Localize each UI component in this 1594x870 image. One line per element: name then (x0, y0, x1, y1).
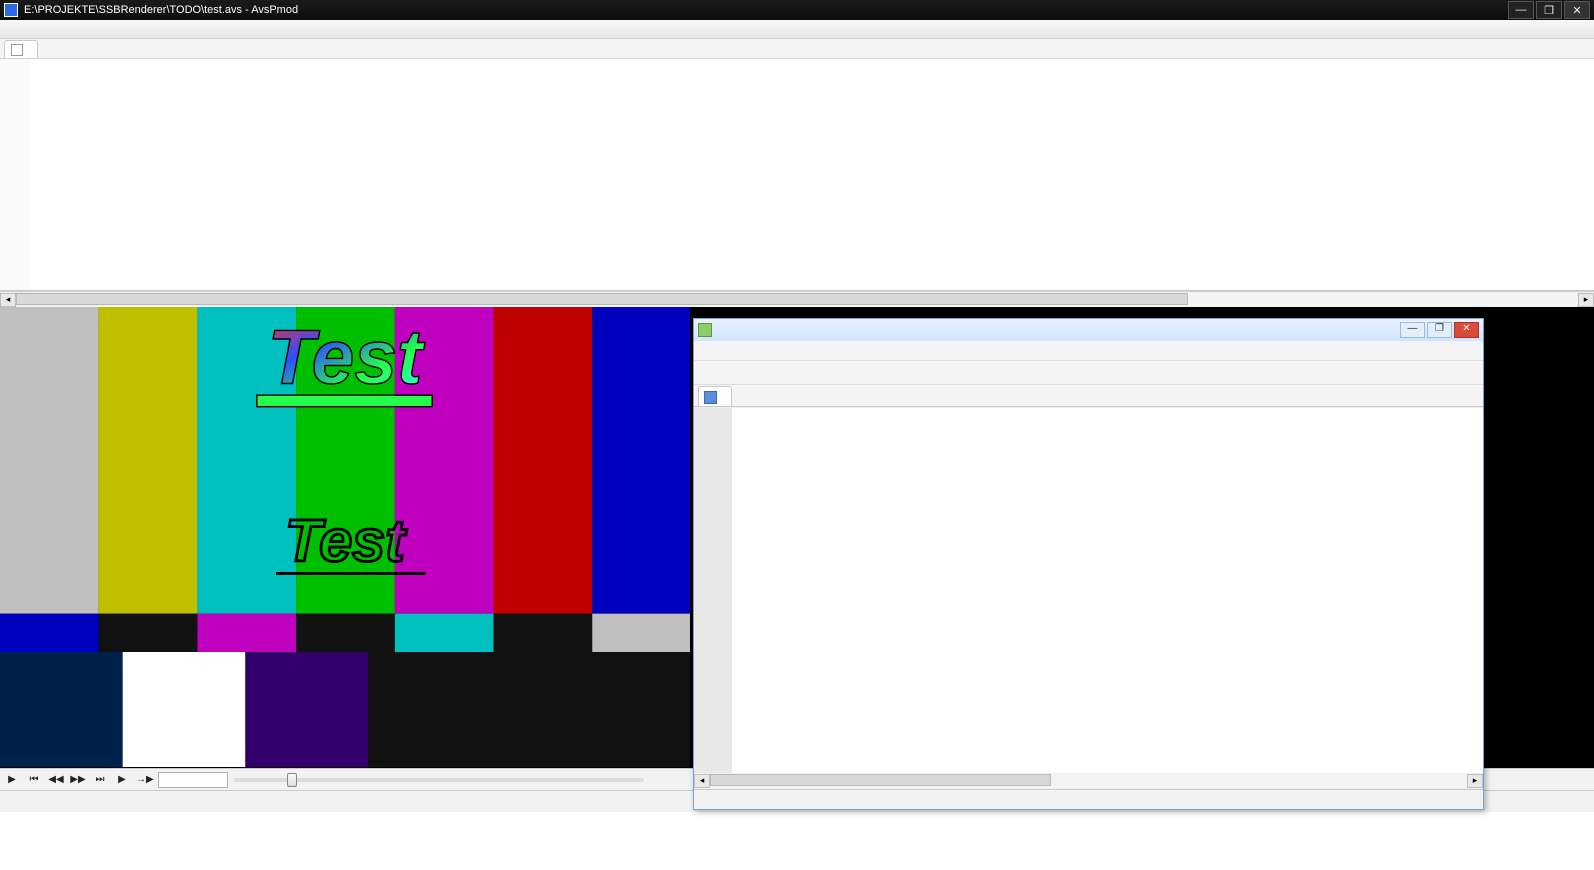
npp-close-button[interactable]: ✕ (1454, 322, 1479, 338)
avsp-line-gutter (0, 59, 30, 290)
avsp-tabbar (0, 39, 1594, 59)
minimize-button[interactable]: — (1508, 1, 1534, 19)
npp-line-gutter (694, 408, 732, 773)
scroll-track[interactable] (16, 293, 1578, 307)
avsp-hscroll[interactable]: ◂ ▸ (0, 291, 1594, 307)
next-frame-button[interactable]: ▶▶ (70, 772, 86, 788)
play-button[interactable]: ▶ (4, 772, 20, 788)
avsp-title: E:\PROJEKTE\SSBRenderer\TODO\test.avs - … (24, 4, 298, 16)
video-preview: Test Test (0, 307, 690, 767)
scroll-thumb[interactable] (16, 293, 1188, 305)
npp-tabbar (694, 385, 1483, 407)
npp-tab[interactable] (698, 386, 732, 406)
scroll-left-icon[interactable]: ◂ (694, 774, 710, 788)
avsp-code-area[interactable] (30, 59, 1594, 290)
npp-editor[interactable] (694, 407, 1483, 773)
first-frame-button[interactable]: ⏮ (26, 772, 42, 788)
avsp-menubar (0, 20, 1594, 39)
last-frame-button[interactable]: ⏭ (92, 772, 108, 788)
scroll-left-icon[interactable]: ◂ (0, 293, 16, 307)
npp-app-icon (698, 323, 712, 337)
prev-frame-button[interactable]: ◀◀ (48, 772, 64, 788)
scroll-right-icon[interactable]: ▸ (1578, 293, 1594, 307)
close-button[interactable]: ✕ (1564, 1, 1590, 19)
npp-hscroll[interactable]: ◂ ▸ (694, 773, 1483, 789)
npp-minimize-button[interactable]: — (1400, 322, 1425, 338)
preview-text-bottom: Test (285, 507, 407, 574)
avsp-titlebar: E:\PROJEKTE\SSBRenderer\TODO\test.avs - … (0, 0, 1594, 20)
play2-button[interactable]: ▶ (114, 772, 130, 788)
avsp-script-editor[interactable] (0, 59, 1594, 291)
slider-knob[interactable] (287, 773, 297, 787)
preview-text-top: Test (268, 316, 426, 401)
npp-menubar (694, 341, 1483, 361)
notepadpp-window: — ❐ ✕ ◂ ▸ (693, 318, 1484, 810)
npp-maximize-button[interactable]: ❐ (1427, 322, 1452, 338)
scroll-thumb[interactable] (710, 774, 1051, 786)
maximize-button[interactable]: ❐ (1536, 1, 1562, 19)
npp-statusbar (694, 789, 1483, 809)
avsp-app-icon (4, 3, 18, 17)
scroll-track[interactable] (710, 774, 1467, 788)
npp-code-area[interactable] (732, 408, 1483, 773)
npp-toolbar (694, 361, 1483, 385)
scroll-right-icon[interactable]: ▸ (1467, 774, 1483, 788)
frame-slider[interactable] (234, 778, 644, 782)
ext-play-button[interactable]: →▶ (136, 772, 152, 788)
avsp-tab[interactable] (4, 40, 38, 58)
frame-input[interactable] (158, 772, 228, 788)
npp-titlebar[interactable]: — ❐ ✕ (694, 319, 1483, 341)
